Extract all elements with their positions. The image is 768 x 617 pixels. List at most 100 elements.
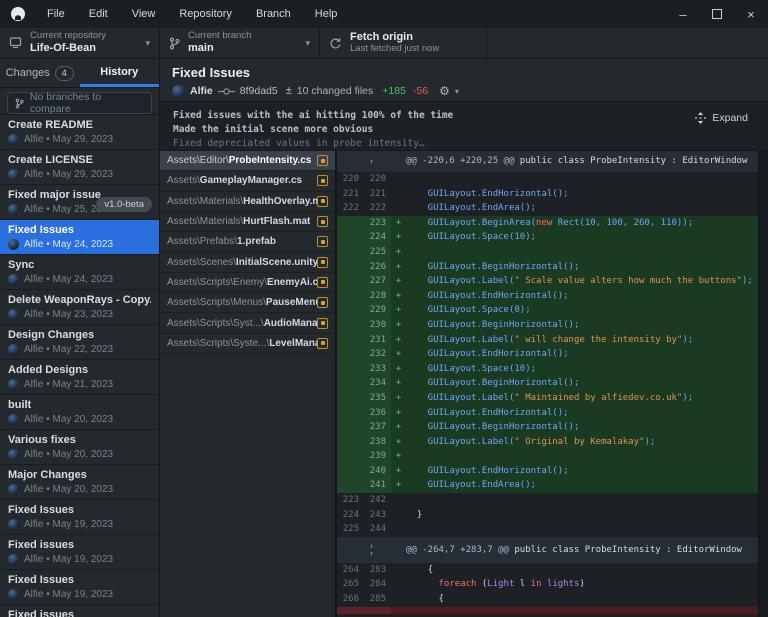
line-number-old: 264 [337, 563, 364, 578]
file-list-item[interactable]: Assets\GameplayManager.cs [160, 171, 335, 191]
expand-hunk-icons[interactable]: ↓↑ [337, 537, 406, 563]
avatar [8, 204, 19, 215]
chevron-down-icon[interactable]: ▾ [455, 87, 459, 96]
code-token: Light [487, 579, 514, 589]
file-path: Assets\Scenes\InitialScene.unity [167, 257, 317, 268]
repository-label: Current repository [30, 31, 106, 42]
commit-list-item[interactable]: Design ChangesAlfie • May 22, 2023 [0, 325, 159, 360]
branch-compare-input[interactable]: No branches to compare [7, 92, 152, 114]
line-number-old [337, 478, 364, 493]
file-path: Assets\GameplayManager.cs [167, 175, 302, 186]
menu-view[interactable]: View [120, 0, 168, 28]
tab-history[interactable]: History [80, 59, 160, 87]
code-token: GUILayout.EndHorizontal(); [406, 349, 569, 359]
commit-description: Fixed issues with the ai hitting 100% of… [160, 101, 768, 151]
minimize-button[interactable]: – [666, 0, 700, 28]
line-number-old: 220 [337, 172, 364, 187]
commit-list-item[interactable]: Fixed IssuesAlfie • May 19, 2023 [0, 570, 159, 605]
expand-button[interactable]: Expand [689, 111, 754, 125]
code-token: ); [644, 437, 655, 447]
fetch-origin-button[interactable]: Fetch origin Last fetched just now [320, 28, 487, 58]
repository-selector[interactable]: Current repository Life-Of-Bean ▾ [0, 28, 160, 58]
commit-item-meta-text: Alfie • May 20, 2023 [24, 449, 113, 460]
commit-list-item[interactable]: Create LICENSEAlfie • May 29, 2023 [0, 150, 159, 185]
commit-list-item[interactable]: Fixed issues [0, 605, 159, 617]
hunk-header-text: @@ -264,7 +283,7 @@ public class ProbeIn… [406, 537, 768, 563]
expand-hunk-up-icon[interactable]: ↑ [337, 151, 406, 172]
menu-help[interactable]: Help [303, 0, 350, 28]
code-text: GUILayout.EndHorizontal(); [406, 187, 768, 202]
file-list-item[interactable]: Assets\Scripts\Menus\PauseMenu.cs [160, 293, 335, 313]
file-name: HurtFlash.mat [243, 216, 310, 227]
close-button[interactable]: × [734, 0, 768, 28]
code-text: GUILayout.BeginHorizontal(); [406, 376, 768, 391]
code-token: Rect(10, 100, 260, 110)); [552, 218, 693, 228]
commit-list-item[interactable]: Fixed major issueAlfie • May 25, 2023v1.… [0, 185, 159, 220]
commit-title: Fixed Issues [172, 65, 768, 80]
commit-list-item[interactable]: SyncAlfie • May 24, 2023 [0, 255, 159, 290]
code-token: GUILayout.EndArea(); [406, 480, 536, 490]
diff-scrollbar[interactable] [758, 151, 768, 617]
code-token: GUILayout.EndHorizontal(); [406, 408, 569, 418]
commit-item-title: Design Changes [8, 329, 151, 341]
diff-line: 224+ GUILayout.Space(10); [337, 230, 768, 245]
code-token: lights [547, 579, 580, 589]
commit-list-item[interactable]: Fixed IssuesAlfie • May 24, 2023 [0, 220, 159, 255]
line-number-old [337, 260, 364, 275]
code-token: new [536, 218, 552, 228]
diff-line: 266285 { [337, 592, 768, 607]
file-list-item[interactable]: Assets\Prefabs\1.prefab [160, 232, 335, 252]
code-token: l [514, 579, 530, 589]
diff-marker: + [391, 216, 406, 231]
diff-line: 220220 [337, 172, 768, 187]
line-number-old [337, 303, 364, 318]
gear-icon[interactable]: ⚙ [439, 84, 450, 98]
avatar [8, 169, 19, 180]
commit-list-item[interactable]: Delete WeaponRays - Copy.pngAlfie • May … [0, 290, 159, 325]
tab-changes[interactable]: Changes 4 [0, 59, 80, 87]
hunk-context: public class ProbeIntensity : EditorWind… [509, 545, 742, 555]
file-list-item[interactable]: Assets\Materials\HurtFlash.mat [160, 212, 335, 232]
commit-list-item[interactable]: Various fixesAlfie • May 20, 2023 [0, 430, 159, 465]
commit-list-item[interactable]: Major ChangesAlfie • May 20, 2023 [0, 465, 159, 500]
commit-item-meta: Alfie • May 20, 2023 [8, 414, 151, 425]
file-list-item[interactable]: Assets\Scripts\Syste...\LevelManager.cs [160, 334, 335, 354]
branch-selector[interactable]: Current branch main ▾ [160, 28, 320, 58]
menu-file[interactable]: File [35, 0, 77, 28]
commit-list-item[interactable]: Fixed IssuesAlfie • May 19, 2023 [0, 500, 159, 535]
menu-branch[interactable]: Branch [244, 0, 303, 28]
refresh-icon [329, 37, 342, 50]
diff-line: 229+ GUILayout.Space(0); [337, 303, 768, 318]
code-token: GUILayout.EndHorizontal(); [406, 466, 569, 476]
line-number-old [337, 362, 364, 377]
diff-line: 238+ GUILayout.Label(" Original by Kemal… [337, 435, 768, 450]
line-number-new: 236 [364, 406, 391, 421]
maximize-button[interactable] [700, 0, 734, 28]
diff-marker [391, 493, 406, 508]
file-list-item[interactable]: Assets\Scripts\Enemy\EnemyAi.cs [160, 273, 335, 293]
file-list-item[interactable]: Assets\Scripts\Syst...\AudioManager.cs [160, 313, 335, 333]
commit-list-item[interactable]: Added DesignsAlfie • May 21, 2023 [0, 360, 159, 395]
commit-item-meta: Alfie • May 19, 2023 [8, 519, 151, 530]
maximize-icon [712, 9, 722, 19]
line-number-new: 230 [364, 318, 391, 333]
menu-edit[interactable]: Edit [77, 0, 120, 28]
menu-repository[interactable]: Repository [167, 0, 244, 28]
commit-list-item[interactable]: builtAlfie • May 20, 2023 [0, 395, 159, 430]
avatar [8, 344, 19, 355]
commit-item-meta-text: Alfie • May 20, 2023 [24, 414, 113, 425]
branch-icon [15, 98, 24, 109]
file-list-item[interactable]: Assets\Scenes\InitialScene.unity [160, 252, 335, 272]
diff-marker: + [391, 362, 406, 377]
file-list-item[interactable]: Assets\Editor\ProbeIntensity.cs [160, 151, 335, 171]
code-text: GUILayout.Space(0); [406, 303, 768, 318]
history-sidebar: Changes 4 History No branches to compare… [0, 59, 160, 617]
commit-list-item[interactable]: Create READMEAlfie • May 29, 2023 [0, 115, 159, 150]
diff-line: 264283 { [337, 563, 768, 578]
repository-icon [9, 37, 22, 49]
file-list-item[interactable]: Assets\Materials\HealthOverlay.mat [160, 192, 335, 212]
diff-marker: + [391, 245, 406, 260]
file-path: Assets\Scripts\Syst...\AudioManager.cs [167, 318, 317, 329]
commit-list-item[interactable]: Fixed issuesAlfie • May 19, 2023 [0, 535, 159, 570]
line-number-new: 239 [364, 449, 391, 464]
